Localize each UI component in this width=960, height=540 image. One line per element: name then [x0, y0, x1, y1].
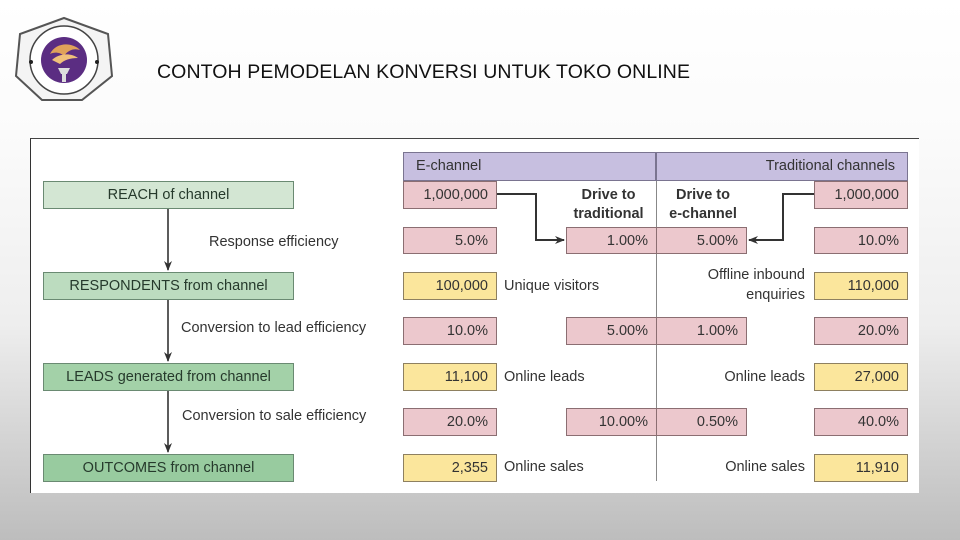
traditional-response-rate: 10.0%: [814, 227, 908, 254]
efficiency-label-lead: Conversion to lead efficiency: [181, 320, 367, 336]
traditional-respondents-label-line2: enquiries: [746, 287, 805, 303]
stage-reach: REACH of channel: [43, 181, 294, 209]
drive-to-traditional-lead-rate: 5.00%: [566, 317, 657, 345]
traditional-reach: 1,000,000: [814, 181, 908, 209]
traditional-respondents-label-line1: Offline inbound: [707, 267, 805, 283]
e-channel-reach: 1,000,000: [403, 181, 497, 209]
drive-to-echannel-lead-rate: 1.00%: [656, 317, 747, 345]
drive-to-echannel-label: Drive to e-channel: [658, 186, 748, 224]
drive-to-echannel-sale-rate: 0.50%: [656, 408, 747, 436]
drive-to-echannel-response-rate: 5.00%: [656, 227, 747, 254]
drive-to-echannel-line1: Drive to: [676, 187, 730, 203]
traditional-lead-rate: 20.0%: [814, 317, 908, 345]
stage-outcomes: OUTCOMES from channel: [43, 454, 294, 482]
header-traditional-channels: Traditional channels: [656, 152, 908, 181]
stage-leads: LEADS generated from channel: [43, 363, 294, 391]
arrow-drive-to-traditional: [497, 193, 565, 244]
traditional-respondents-label: Offline inbound enquiries: [671, 265, 805, 305]
traditional-leads: 27,000: [814, 363, 908, 391]
e-channel-respondents-label: Unique visitors: [504, 278, 600, 294]
e-channel-lead-rate: 10.0%: [403, 317, 497, 345]
drive-to-traditional-response-rate: 1.00%: [566, 227, 657, 254]
stage-respondents: RESPONDENTS from channel: [43, 272, 294, 300]
drive-to-traditional-sale-rate: 10.00%: [566, 408, 657, 436]
efficiency-label-response: Response efficiency: [209, 234, 339, 250]
drive-to-traditional-line2: traditional: [573, 206, 644, 222]
e-channel-leads-label: Online leads: [504, 369, 585, 385]
traditional-sales: 11,910: [814, 454, 908, 482]
traditional-leads-label: Online leads: [724, 369, 805, 385]
e-channel-sale-rate: 20.0%: [403, 408, 497, 436]
traditional-respondents: 110,000: [814, 272, 908, 300]
e-channel-respondents: 100,000: [403, 272, 497, 300]
traditional-sale-rate: 40.0%: [814, 408, 908, 436]
e-channel-sales-label: Online sales: [504, 459, 584, 475]
drive-to-echannel-line2: e-channel: [669, 206, 737, 222]
conversion-model-diagram: REACH of channel RESPONDENTS from channe…: [30, 138, 919, 493]
university-logo-icon: [14, 16, 114, 101]
e-channel-response-rate: 5.0%: [403, 227, 497, 254]
e-channel-sales: 2,355: [403, 454, 497, 482]
arrow-drive-to-echannel: [748, 193, 814, 244]
header-e-channel: E-channel: [403, 152, 656, 181]
drive-to-traditional-label: Drive to traditional: [561, 186, 656, 224]
e-channel-leads: 11,100: [403, 363, 497, 391]
slide-title: CONTOH PEMODELAN KONVERSI UNTUK TOKO ONL…: [157, 61, 691, 83]
efficiency-label-sale: Conversion to sale efficiency: [182, 408, 367, 424]
drive-to-traditional-line1: Drive to: [581, 187, 636, 203]
traditional-sales-label: Online sales: [725, 459, 805, 475]
